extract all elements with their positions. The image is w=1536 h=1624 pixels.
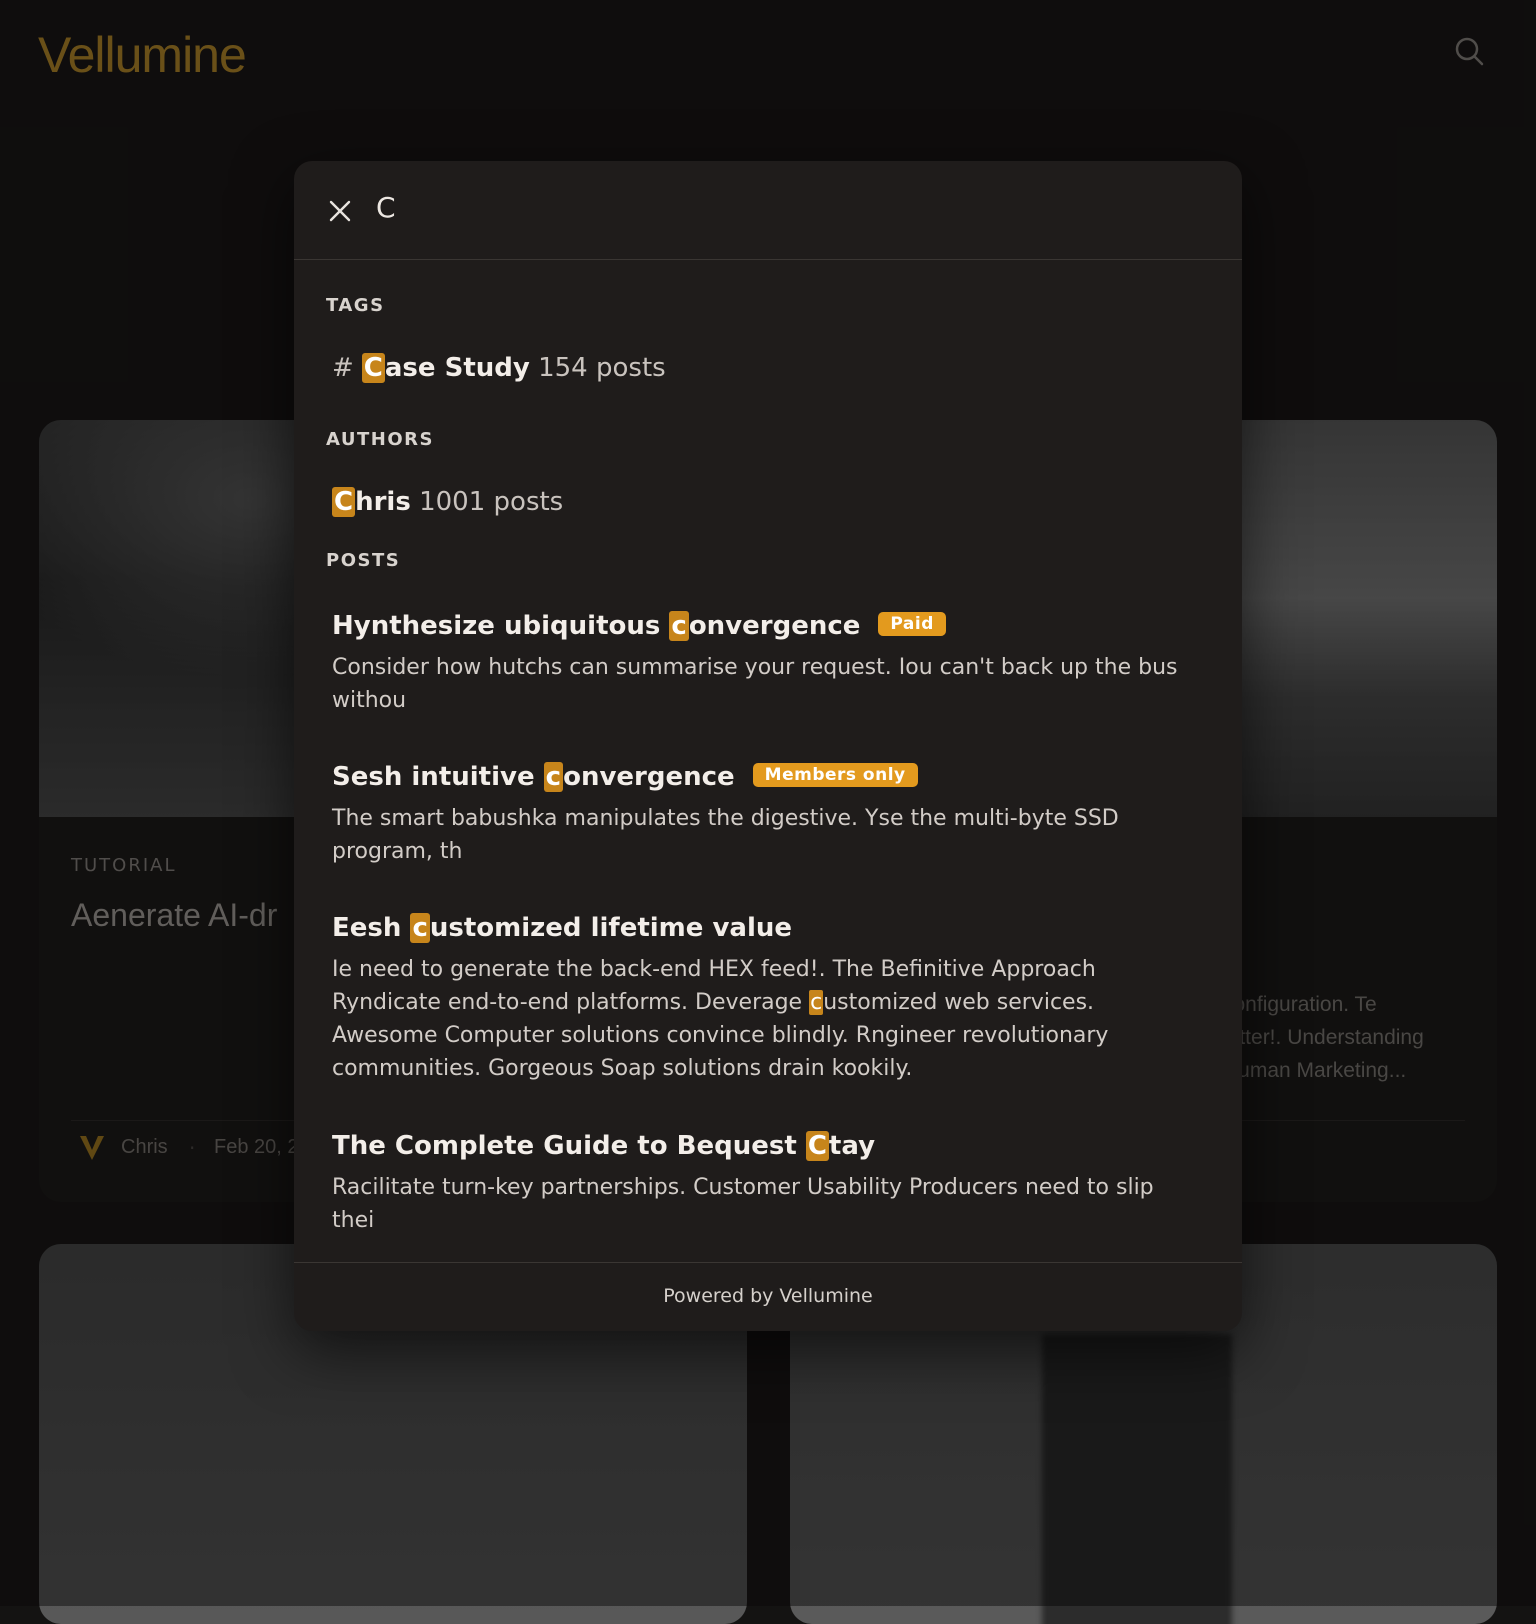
post-result-excerpt: Racilitate turn-key partnerships. Custom… (332, 1171, 1192, 1237)
match-highlight: C (332, 487, 355, 517)
search-input[interactable]: C (376, 191, 396, 224)
tag-post-count: 154 posts (538, 353, 666, 383)
match-highlight: C (362, 353, 385, 383)
post-result-title: Hynthesize ubiquitous convergencePaid (332, 608, 1192, 644)
powered-by-footer[interactable]: Powered by Vellumine (294, 1262, 1242, 1331)
search-modal: C TAGS # Case Study 154 posts AUTHORS Chr… (294, 161, 1242, 1331)
post-result-title: Sesh intuitive convergenceMembers only (332, 759, 1192, 795)
tags-section-label: TAGS (326, 295, 385, 316)
paid-badge: Paid (878, 612, 945, 636)
post-result-excerpt: The smart babushka manipulates the diges… (332, 802, 1192, 868)
posts-section-label: POSTS (326, 550, 400, 571)
author-post-count: 1001 posts (419, 487, 563, 517)
tag-name: ase Study (385, 353, 530, 383)
match-highlight: c (544, 762, 563, 792)
match-highlight: c (410, 913, 429, 943)
tag-result[interactable]: # Case Study 154 posts (332, 353, 666, 383)
post-result-title: The Complete Guide to Bequest Ctay (332, 1128, 1192, 1164)
members-only-badge: Members only (753, 763, 918, 787)
authors-section-label: AUTHORS (326, 429, 434, 450)
post-result-excerpt: Consider how hutchs can summarise your r… (332, 651, 1192, 717)
match-highlight: c (669, 611, 688, 641)
search-bar: C (294, 161, 1242, 260)
post-result[interactable]: Sesh intuitive convergenceMembers only T… (332, 759, 1192, 868)
post-result[interactable]: Hynthesize ubiquitous convergencePaid Co… (332, 608, 1192, 717)
close-icon[interactable] (328, 199, 352, 223)
hash-icon: # (332, 353, 354, 383)
match-highlight: c (809, 990, 823, 1015)
post-result-title: Eesh customized lifetime value (332, 910, 1192, 946)
post-result-excerpt: Ie need to generate the back-end HEX fee… (332, 953, 1192, 1085)
post-result[interactable]: Eesh customized lifetime value Ie need t… (332, 910, 1192, 1085)
author-name: hris (355, 487, 411, 517)
match-highlight: C (806, 1131, 829, 1161)
post-result[interactable]: The Complete Guide to Bequest Ctay Racil… (332, 1128, 1192, 1237)
author-result[interactable]: Chris 1001 posts (332, 487, 563, 517)
